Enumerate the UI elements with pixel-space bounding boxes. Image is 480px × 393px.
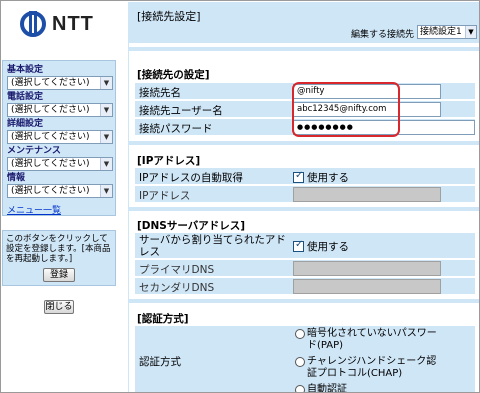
dns-secondary-label: セカンダリDNS — [139, 282, 215, 294]
row-dns-auto: サーバから割り当てられたアドレス 使用する — [135, 233, 475, 259]
menu-title-phone: 電話設定 — [7, 92, 44, 102]
edit-target-select[interactable]: 接続設定1 ▼ — [417, 25, 477, 39]
highlight-box — [292, 82, 400, 137]
maintenance-value: (選択してください) — [11, 159, 90, 169]
info-select[interactable]: (選択してください) ▼ — [7, 184, 113, 198]
chevron-down-icon: ▼ — [465, 26, 476, 38]
edit-target-label: 編集する接続先 — [351, 30, 415, 40]
maintenance-select[interactable]: (選択してください) ▼ — [7, 157, 113, 171]
auth-option-auto-label: 自動認証 — [307, 384, 347, 393]
dns-auto-checkbox-label: 使用する — [307, 241, 349, 253]
auth-option-auto[interactable]: 自動認証 — [295, 384, 445, 393]
info-value: (選択してください) — [11, 186, 90, 196]
section-title-ip: [IPアドレス] — [137, 155, 201, 167]
ip-auto-checkbox[interactable] — [293, 170, 304, 183]
section-title-dns: [DNSサーバアドレス] — [137, 220, 246, 232]
auth-option-chap[interactable]: チャレンジハンドシェーク認証プロトコル(CHAP) — [295, 356, 445, 380]
menu-group-info: 情報 (選択してください) ▼ — [7, 173, 113, 198]
radio-chap[interactable] — [295, 357, 305, 367]
phone-settings-select[interactable]: (選択してください) ▼ — [7, 103, 113, 117]
detail-settings-value: (選択してください) — [11, 132, 90, 142]
divider — [129, 207, 479, 211]
row-ip-address: IPアドレス — [135, 186, 475, 203]
menu-group-basic: 基本設定 (選択してください) ▼ — [7, 65, 113, 90]
phone-settings-value: (選択してください) — [11, 105, 90, 115]
page-header: [接続先設定] 編集する接続先 接続設定1 ▼ — [129, 2, 479, 43]
ip-auto-label: IPアドレスの自動取得 — [139, 172, 243, 184]
row-ip-auto: IPアドレスの自動取得 使用する — [135, 168, 475, 185]
chevron-down-icon: ▼ — [100, 104, 112, 116]
register-button[interactable]: 登録 — [43, 268, 75, 282]
divider — [129, 141, 479, 145]
connection-password-label: 接続パスワード — [139, 123, 213, 135]
chevron-down-icon: ▼ — [100, 185, 112, 197]
ip-address-label: IPアドレス — [139, 190, 191, 202]
menu-panel: 基本設定 (選択してください) ▼ 電話設定 (選択してください) ▼ 詳細設定… — [2, 60, 116, 216]
menu-title-info: 情報 — [7, 173, 26, 183]
dns-secondary-input[interactable] — [293, 279, 441, 294]
section-title-connection: [接続先の設定] — [137, 69, 210, 81]
ip-address-input[interactable] — [293, 187, 441, 202]
dns-auto-checkbox[interactable] — [293, 239, 304, 252]
menu-title-detail: 詳細設定 — [7, 119, 44, 129]
chevron-down-icon: ▼ — [100, 131, 112, 143]
auth-option-chap-label: チャレンジハンドシェーク認証プロトコル(CHAP) — [307, 356, 437, 379]
divider — [129, 47, 479, 51]
menu-group-phone: 電話設定 (選択してください) ▼ — [7, 92, 113, 117]
row-dns-secondary: セカンダリDNS — [135, 278, 475, 295]
divider — [129, 299, 479, 303]
radio-auto[interactable] — [295, 385, 305, 392]
chevron-down-icon: ▼ — [100, 77, 112, 89]
logo-text: NTT — [52, 12, 94, 35]
ip-auto-checkbox-wrap[interactable]: 使用する — [293, 170, 349, 185]
basic-settings-value: (選択してください) — [11, 78, 90, 88]
chevron-down-icon: ▼ — [100, 158, 112, 170]
auth-option-pap[interactable]: 暗号化されていないパスワード(PAP) — [295, 328, 445, 352]
ntt-logo-mark-icon — [20, 11, 46, 37]
sidebar: NTT 基本設定 (選択してください) ▼ 電話設定 (選択してください) ▼ … — [2, 2, 128, 392]
auth-label: 認証方式 — [139, 356, 181, 368]
apply-panel: このボタンをクリックして設定を登録します。[本商品を再起動します。] 登録 — [2, 230, 116, 286]
menu-group-detail: 詳細設定 (選択してください) ▼ — [7, 119, 113, 144]
dns-primary-input[interactable] — [293, 261, 441, 276]
row-dns-primary: プライマリDNS — [135, 260, 475, 277]
menu-list-link[interactable]: メニュー一覧 — [7, 203, 61, 216]
main-content: [接続先設定] 編集する接続先 接続設定1 ▼ [接続先の設定] 接続先名 @n… — [128, 2, 479, 393]
apply-description: このボタンをクリックして設定を登録します。[本商品を再起動します。] — [6, 234, 111, 264]
row-auth: 認証方式 暗号化されていないパスワード(PAP) チャレンジハンドシェーク認証プ… — [135, 326, 475, 393]
detail-settings-select[interactable]: (選択してください) ▼ — [7, 130, 113, 144]
menu-title-maintenance: メンテナンス — [7, 146, 61, 156]
auth-option-pap-label: 暗号化されていないパスワード(PAP) — [307, 328, 437, 351]
basic-settings-select[interactable]: (選択してください) ▼ — [7, 76, 113, 90]
close-button[interactable]: 閉じる — [44, 300, 74, 314]
radio-pap[interactable] — [295, 329, 305, 339]
menu-group-maintenance: メンテナンス (選択してください) ▼ — [7, 146, 113, 171]
connection-user-label: 接続先ユーザー名 — [139, 105, 223, 117]
dns-auto-checkbox-wrap[interactable]: 使用する — [293, 239, 349, 254]
ntt-logo: NTT — [20, 10, 94, 38]
dns-primary-label: プライマリDNS — [139, 264, 215, 276]
ip-auto-checkbox-label: 使用する — [307, 172, 349, 184]
menu-title-basic: 基本設定 — [7, 65, 44, 75]
page-title: [接続先設定] — [137, 10, 201, 23]
window-frame: NTT 基本設定 (選択してください) ▼ 電話設定 (選択してください) ▼ … — [0, 0, 480, 393]
connection-name-label: 接続先名 — [139, 87, 181, 99]
edit-target-value: 接続設定1 — [420, 27, 462, 37]
dns-auto-label: サーバから割り当てられたアドレス — [139, 234, 286, 258]
section-title-auth: [認証方式] — [137, 313, 189, 325]
